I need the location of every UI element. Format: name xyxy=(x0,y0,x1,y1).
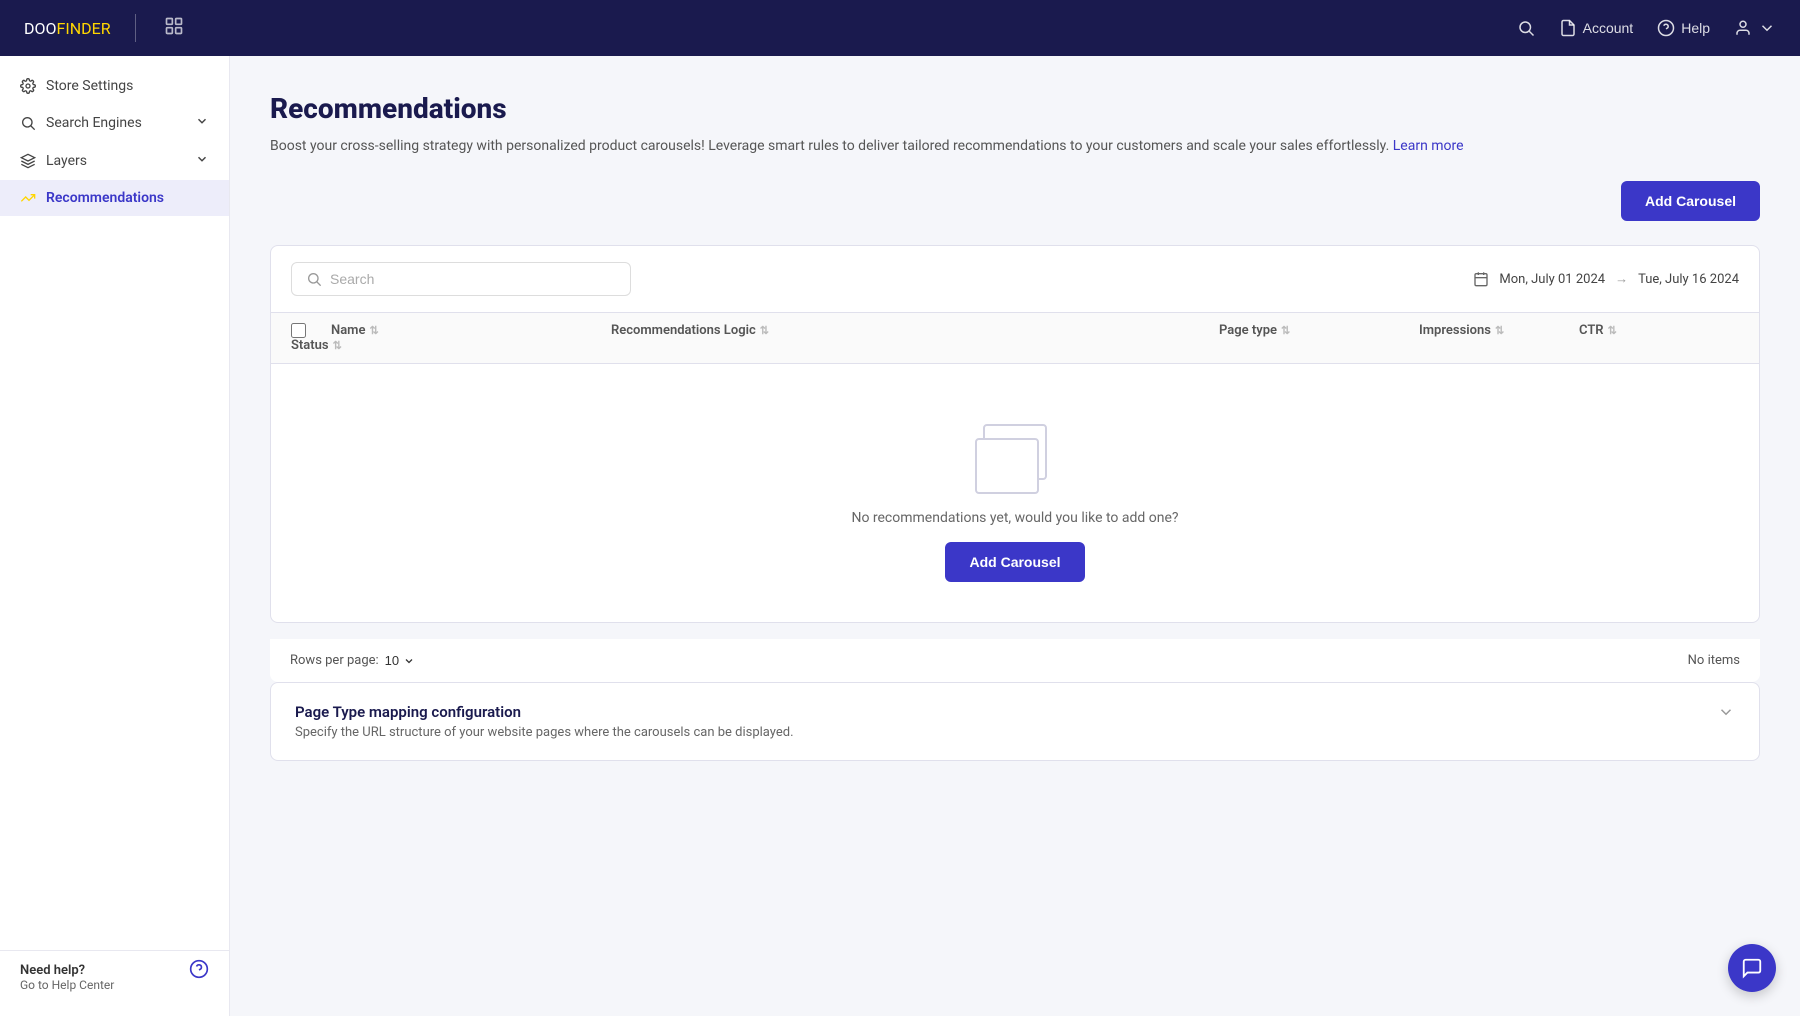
col-status[interactable]: Status ⇅ xyxy=(291,338,331,353)
top-actions-bar: Add Carousel xyxy=(270,181,1760,221)
account-label: Account xyxy=(1583,20,1634,36)
sidebar: Store Settings Search Engines Layers xyxy=(0,56,230,1016)
select-all-checkbox[interactable] xyxy=(291,323,306,338)
sidebar-item-store-settings[interactable]: Store Settings xyxy=(0,68,229,104)
help-label: Help xyxy=(1681,20,1710,36)
sort-icon: ⇅ xyxy=(333,339,342,352)
date-from: Mon, July 01 2024 xyxy=(1499,272,1605,287)
top-navigation: DOOFINDER Account Help xyxy=(0,0,1800,56)
col-name[interactable]: Name ⇅ xyxy=(331,323,611,338)
logo-doo: DOO xyxy=(24,19,57,38)
need-help-text: Need help? xyxy=(20,963,114,978)
empty-state-icon xyxy=(975,424,1055,494)
empty-card-front xyxy=(975,438,1039,494)
store-icon xyxy=(164,16,184,41)
date-range: Mon, July 01 2024 → Tue, July 16 2024 xyxy=(1473,271,1739,287)
help-button[interactable]: Help xyxy=(1657,19,1710,37)
recommendations-table-card: Mon, July 01 2024 → Tue, July 16 2024 Na… xyxy=(270,245,1760,623)
add-carousel-button-top[interactable]: Add Carousel xyxy=(1621,181,1760,221)
chat-support-button[interactable] xyxy=(1728,944,1776,992)
sort-icon: ⇅ xyxy=(1281,324,1290,337)
help-circle-icon[interactable] xyxy=(189,959,209,983)
rows-select-dropdown[interactable]: 10 xyxy=(385,653,415,668)
mapping-chevron-icon xyxy=(1717,703,1735,725)
sidebar-item-recommendations[interactable]: Recommendations xyxy=(0,180,229,216)
chevron-down-icon xyxy=(195,114,209,132)
logo-text: DOOFINDER xyxy=(24,19,111,38)
chevron-down-icon xyxy=(403,655,415,667)
main-layout: Store Settings Search Engines Layers xyxy=(0,56,1800,1016)
search-icon xyxy=(306,271,322,287)
sort-icon: ⇅ xyxy=(1608,324,1617,337)
main-content: Recommendations Boost your cross-selling… xyxy=(230,56,1800,1016)
empty-state: No recommendations yet, would you like t… xyxy=(271,364,1759,622)
rows-per-page: Rows per page: 10 xyxy=(290,653,415,668)
calendar-icon xyxy=(1473,271,1489,287)
empty-message: No recommendations yet, would you like t… xyxy=(851,510,1178,526)
sort-icon: ⇅ xyxy=(369,324,378,337)
account-button[interactable]: Account xyxy=(1559,19,1634,37)
user-menu-button[interactable] xyxy=(1734,19,1776,37)
mapping-info: Page Type mapping configuration Specify … xyxy=(295,703,794,740)
chevron-down-icon xyxy=(195,152,209,170)
mapping-title: Page Type mapping configuration xyxy=(295,703,794,721)
sidebar-item-label: Layers xyxy=(46,153,87,169)
sidebar-item-layers[interactable]: Layers xyxy=(0,142,229,180)
topnav-right: Account Help xyxy=(1517,19,1776,37)
logo: DOOFINDER xyxy=(24,14,184,42)
page-type-mapping-card[interactable]: Page Type mapping configuration Specify … xyxy=(270,682,1760,761)
col-ctr[interactable]: CTR ⇅ xyxy=(1579,323,1739,338)
settings-icon xyxy=(20,78,36,94)
checkbox-header xyxy=(291,323,331,338)
col-page-type[interactable]: Page type ⇅ xyxy=(1219,323,1419,338)
chat-icon xyxy=(1741,957,1763,979)
sidebar-bottom: Need help? Go to Help Center xyxy=(0,950,229,1004)
col-recommendations-logic[interactable]: Recommendations Logic ⇅ xyxy=(611,323,1219,338)
logo-divider xyxy=(135,14,136,42)
table-header: Name ⇅ Recommendations Logic ⇅ Page type… xyxy=(271,313,1759,364)
search-button[interactable] xyxy=(1517,19,1535,37)
sort-icon: ⇅ xyxy=(760,324,769,337)
logo-finder: FINDER xyxy=(57,19,111,38)
layers-icon xyxy=(20,153,36,169)
sidebar-item-label: Store Settings xyxy=(46,78,133,94)
search-engines-icon xyxy=(20,115,36,131)
search-wrap xyxy=(291,262,631,296)
sidebar-item-label: Recommendations xyxy=(46,190,164,206)
page-description: Boost your cross-selling strategy with p… xyxy=(270,135,1760,157)
learn-more-link[interactable]: Learn more xyxy=(1393,138,1464,154)
mapping-description: Specify the URL structure of your websit… xyxy=(295,725,794,740)
no-items-label: No items xyxy=(1688,653,1740,668)
sidebar-item-label: Search Engines xyxy=(46,115,142,131)
search-input[interactable] xyxy=(330,271,616,287)
pagination-bar: Rows per page: 10 No items xyxy=(270,639,1760,682)
add-carousel-button-empty[interactable]: Add Carousel xyxy=(945,542,1084,582)
page-title: Recommendations xyxy=(270,92,1760,125)
rows-per-page-label: Rows per page: xyxy=(290,653,379,668)
col-impressions[interactable]: Impressions ⇅ xyxy=(1419,323,1579,338)
table-toolbar: Mon, July 01 2024 → Tue, July 16 2024 xyxy=(271,246,1759,313)
date-to: Tue, July 16 2024 xyxy=(1638,272,1739,287)
recommendations-icon xyxy=(20,190,36,206)
date-arrow-icon: → xyxy=(1615,271,1628,287)
sidebar-item-search-engines[interactable]: Search Engines xyxy=(0,104,229,142)
sort-icon: ⇅ xyxy=(1495,324,1504,337)
go-help-text: Go to Help Center xyxy=(20,978,114,992)
